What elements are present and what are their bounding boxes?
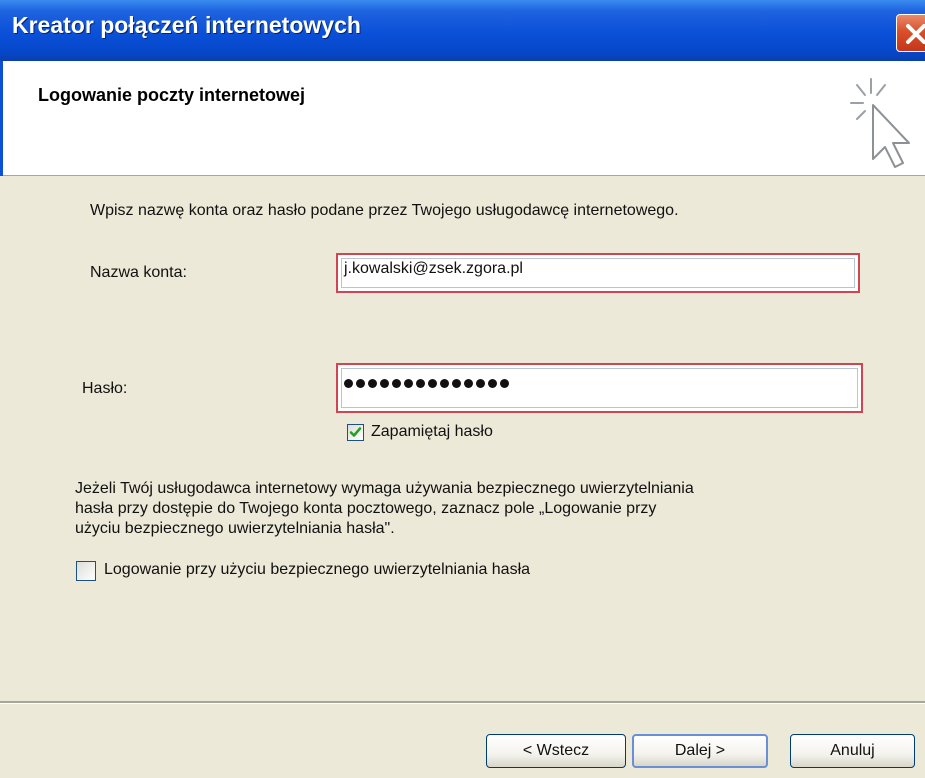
back-button[interactable]: < Wstecz [486, 734, 626, 768]
spa-description-line: Jeżeli Twój usługodawca internetowy wyma… [75, 480, 694, 497]
password-mask-dot [428, 379, 437, 388]
password-mask-dot [476, 379, 485, 388]
password-mask-dot [488, 379, 497, 388]
account-name-field[interactable]: j.kowalski@zsek.zgora.pl [336, 253, 860, 293]
password-mask-dot [356, 379, 365, 388]
password-mask-dot [452, 379, 461, 388]
spa-checkbox[interactable] [76, 561, 96, 581]
wizard-footer: < Wstecz Dalej > Anuluj [0, 704, 925, 778]
password-field[interactable] [336, 363, 863, 413]
remember-password-label: Zapamiętaj hasło [371, 423, 493, 440]
password-mask-dot [368, 379, 377, 388]
next-button[interactable]: Dalej > [632, 734, 768, 768]
spa-description: Jeżeli Twój usługodawca internetowy wyma… [75, 479, 694, 539]
page-title: Logowanie poczty internetowej [38, 85, 306, 105]
password-mask-dot [380, 379, 389, 388]
password-mask-dot [404, 379, 413, 388]
account-name-value: j.kowalski@zsek.zgora.pl [344, 260, 523, 277]
spa-checkbox-label: Logowanie przy użyciu bezpiecznego uwier… [104, 561, 531, 578]
password-mask-dot [500, 379, 509, 388]
spa-description-line: hasła przy dostępie do Twojego konta poc… [75, 500, 657, 517]
close-icon [906, 24, 925, 44]
checkmark-icon [349, 427, 362, 437]
password-mask-dot [392, 379, 401, 388]
password-mask-dot [344, 379, 353, 388]
spa-description-line: użyciu bezpiecznego uwierzytelniania has… [75, 520, 395, 537]
window-title: Kreator połączeń internetowych [12, 12, 361, 38]
close-button[interactable] [896, 14, 925, 52]
remember-password-checkbox[interactable] [347, 424, 364, 441]
wizard-cursor-icon [850, 78, 910, 168]
cancel-button[interactable]: Anuluj [790, 734, 915, 768]
password-mask [344, 375, 512, 393]
instruction-text: Wpisz nazwę konta oraz hasło podane prze… [90, 202, 679, 219]
password-mask-dot [440, 379, 449, 388]
wizard-window: Kreator połączeń internetowych Logowanie… [0, 0, 925, 778]
wizard-header: Logowanie poczty internetowej [0, 61, 925, 176]
password-mask-dot [464, 379, 473, 388]
password-label: Hasło: [82, 380, 128, 397]
password-mask-dot [416, 379, 425, 388]
account-name-label: Nazwa konta: [90, 264, 187, 281]
title-bar[interactable]: Kreator połączeń internetowych [0, 0, 925, 61]
